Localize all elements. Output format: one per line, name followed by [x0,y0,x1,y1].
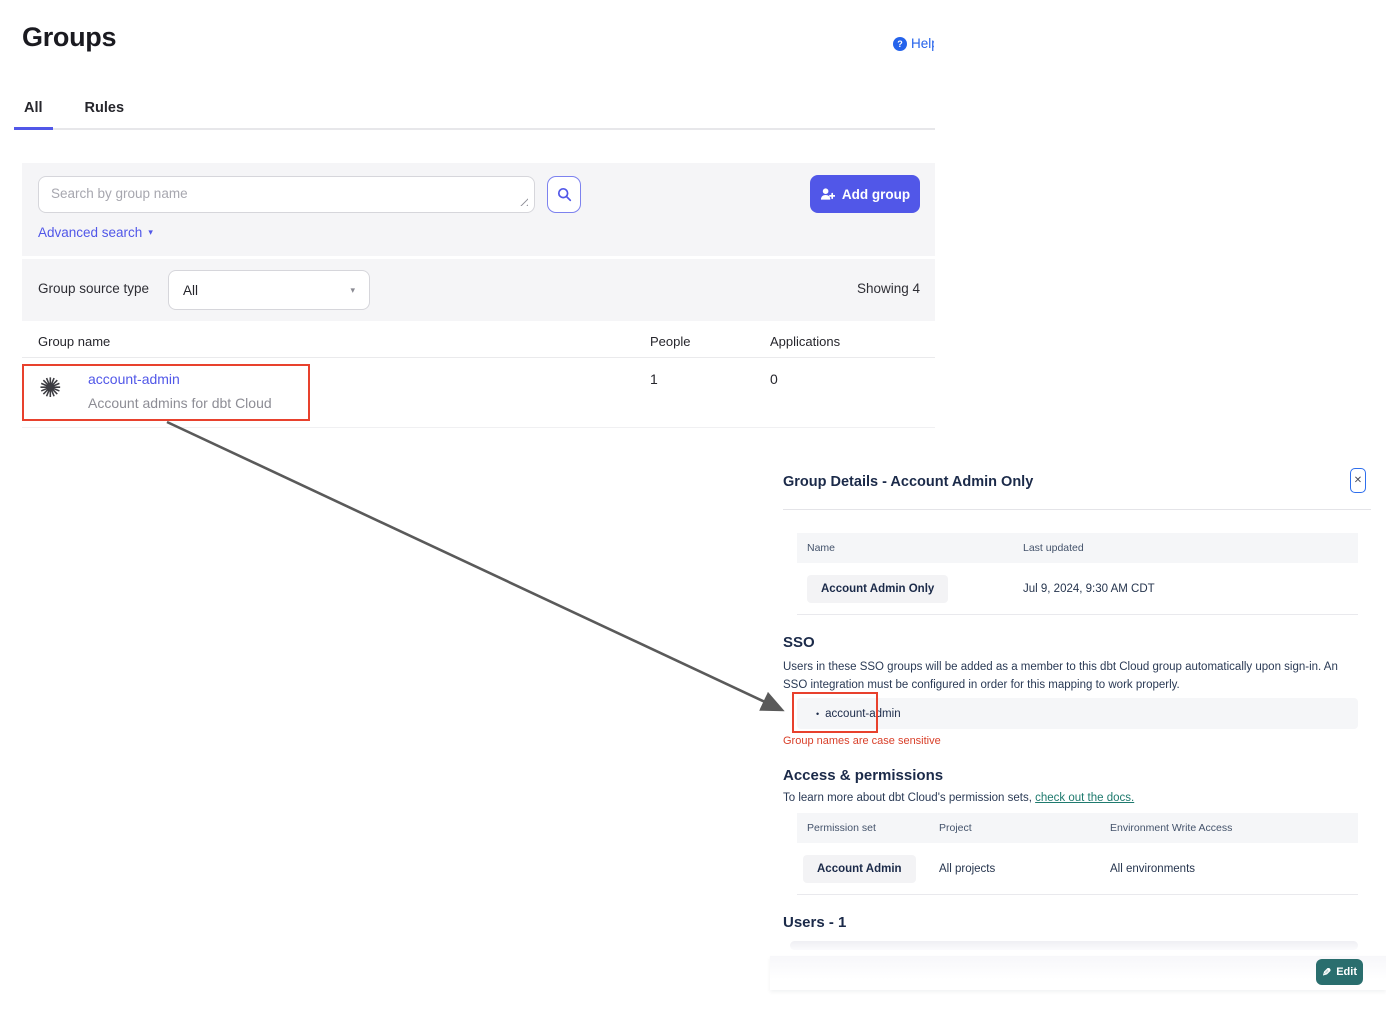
environment-write-access-value: All environments [1110,863,1358,875]
add-user-icon [820,187,835,201]
truncated-row [790,941,1358,950]
column-name: Name [797,542,1013,554]
details-panel-title: Group Details - Account Admin Only [783,474,1033,490]
users-heading: Users - 1 [783,914,846,931]
permissions-table: Permission set Project Environment Write… [797,813,1358,895]
group-people-count: 1 [650,371,658,387]
table-row[interactable]: ✺ account-admin Account admins for dbt C… [22,358,935,428]
column-project: Project [935,822,1110,834]
chevron-down-icon: ▾ [350,285,355,296]
access-description-text: To learn more about dbt Cloud's permissi… [783,792,1035,804]
tab-rules[interactable]: Rules [75,100,135,128]
name-table-header: Name Last updated [797,533,1358,563]
groups-table-header: Group name People Applications [22,330,935,358]
sso-group-row: • account-admin [797,698,1358,729]
table-row: Account Admin All projects All environme… [797,843,1358,895]
project-value: All projects [935,863,1110,875]
edit-button-label: Edit [1336,966,1357,978]
close-button[interactable]: ✕ [1350,468,1366,493]
advanced-search-toggle[interactable]: Advanced search ▾ [38,225,153,240]
sso-description: Users in these SSO groups will be added … [783,658,1361,695]
group-source-type-label: Group source type [38,281,149,296]
chevron-down-icon: ▾ [148,227,153,238]
last-updated-value: Jul 9, 2024, 9:30 AM CDT [1013,583,1358,595]
search-panel: Advanced search ▾ Add group [22,163,935,256]
add-group-label: Add group [842,187,910,202]
group-gear-icon: ✺ [39,375,62,402]
sso-heading: SSO [783,634,815,651]
add-group-button[interactable]: Add group [810,175,920,213]
docs-link[interactable]: check out the docs. [1035,792,1134,804]
edit-button[interactable]: ✎ Edit [1316,959,1363,985]
table-row: Account Admin Only Jul 9, 2024, 9:30 AM … [797,563,1358,615]
close-icon: ✕ [1354,475,1362,486]
group-applications-count: 0 [770,371,778,387]
case-sensitive-warning: Group names are case sensitive [783,735,941,747]
column-last-updated: Last updated [1013,542,1358,554]
help-label: Help [911,36,934,51]
divider [783,509,1371,510]
advanced-search-label: Advanced search [38,225,142,240]
bullet-icon: • [816,709,819,719]
group-source-panel: Group source type All ▾ Showing 4 [22,259,935,321]
group-source-type-select[interactable]: All ▾ [168,270,370,310]
details-footer [770,956,1386,990]
search-button[interactable] [547,176,581,213]
pencil-icon: ✎ [1322,966,1331,979]
search-input-wrap [38,176,535,213]
tab-all[interactable]: All [14,100,53,130]
group-source-type-value: All [183,283,198,298]
sso-group-chip: account-admin [825,708,900,720]
column-environment-write-access: Environment Write Access [1110,822,1358,834]
column-group-name: Group name [38,334,110,349]
search-input[interactable] [38,176,535,213]
name-table: Name Last updated Account Admin Only Jul… [797,533,1358,615]
permissions-table-header: Permission set Project Environment Write… [797,813,1358,843]
group-name-link[interactable]: account-admin [88,371,180,387]
tab-bar: All Rules [14,100,935,130]
permission-set-badge: Account Admin [803,855,916,883]
help-icon: ? [893,37,907,51]
help-link[interactable]: ? Help [893,36,934,51]
column-people: People [650,334,690,349]
column-applications: Applications [770,334,840,349]
access-description: To learn more about dbt Cloud's permissi… [783,792,1134,804]
group-description: Account admins for dbt Cloud [88,395,272,411]
page-title: Groups [22,22,116,53]
group-name-badge: Account Admin Only [807,575,948,603]
access-permissions-heading: Access & permissions [783,767,943,784]
showing-count: Showing 4 [857,281,920,296]
search-icon [557,187,572,202]
column-permission-set: Permission set [797,822,935,834]
